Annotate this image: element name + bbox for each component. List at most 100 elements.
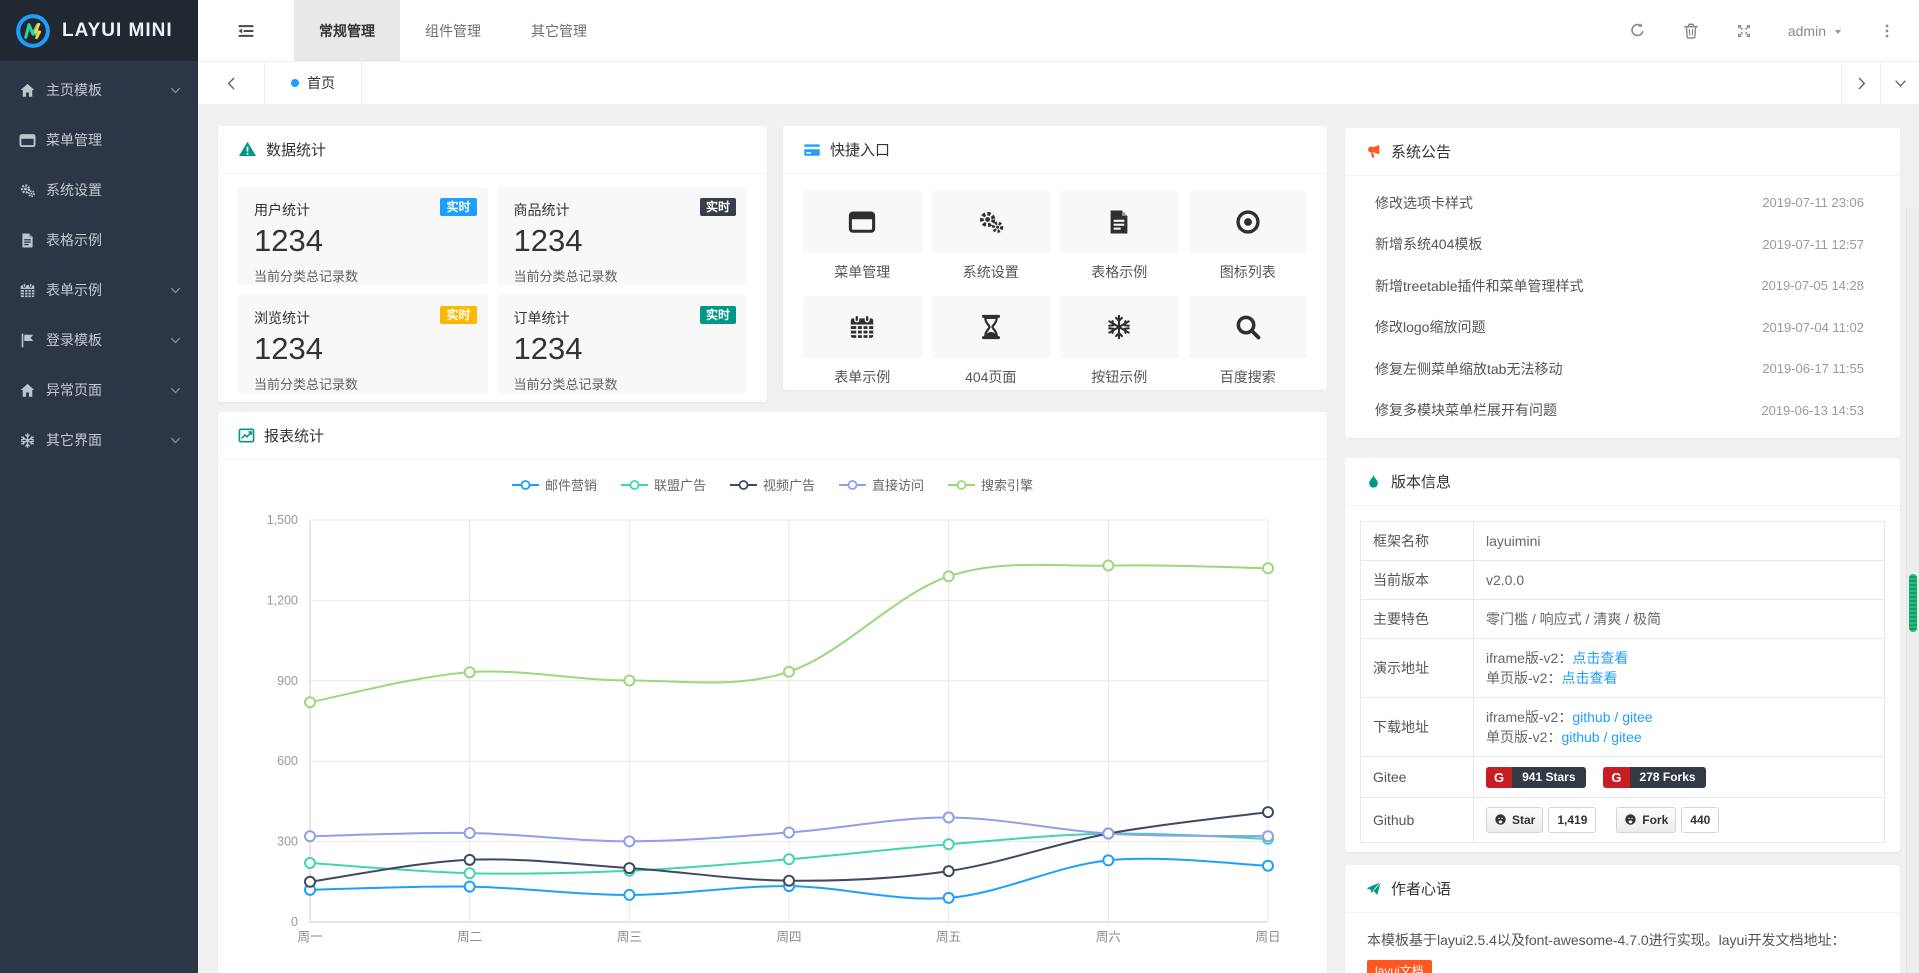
notice-item-date: 2019-07-11 12:57	[1762, 237, 1864, 252]
more-menu-button[interactable]	[1879, 22, 1895, 39]
legend-swatch-icon	[621, 479, 648, 491]
version-link-line: iframe版-v2：点击查看	[1486, 648, 1872, 668]
version-link[interactable]: gitee	[1622, 709, 1652, 725]
scrollbar-thumb[interactable]	[1909, 574, 1917, 632]
scrollbar-track[interactable]	[1906, 208, 1919, 973]
version-link[interactable]: github	[1561, 729, 1599, 745]
user-dropdown[interactable]: admin	[1788, 23, 1843, 39]
notice-item[interactable]: 修复多模块菜单栏展开有问题 2019-06-13 14:53	[1345, 390, 1900, 432]
sidebar-collapse-button[interactable]	[198, 0, 294, 61]
chart-line-icon	[238, 427, 255, 445]
hourglass-icon	[977, 313, 1005, 341]
quick-entry-label: 图标列表	[1189, 262, 1308, 282]
github-star-button[interactable]: Star1,419	[1486, 807, 1596, 833]
gitee-stars-badge[interactable]: G941 Stars	[1486, 767, 1586, 788]
quick-entry-tile	[932, 296, 1051, 358]
gitee-forks-badge[interactable]: G278 Forks	[1603, 767, 1705, 788]
notice-item[interactable]: 新增treetable插件和菜单管理样式 2019-07-05 14:28	[1345, 265, 1900, 307]
version-row-label: 下载地址	[1361, 698, 1474, 757]
sidebar-item[interactable]: 系统设置	[0, 165, 198, 215]
sidebar-item[interactable]: 异常页面	[0, 365, 198, 415]
tab-operations-button[interactable]	[1880, 62, 1919, 104]
window-icon	[19, 132, 36, 149]
sidebar-item[interactable]: 登录模板	[0, 315, 198, 365]
legend-swatch-icon	[512, 479, 539, 491]
card-icon	[803, 140, 821, 158]
notice-item-date: 2019-06-13 14:53	[1761, 403, 1864, 418]
github-fork-count: 440	[1681, 807, 1719, 833]
version-link[interactable]: 点击查看	[1561, 670, 1617, 686]
legend-item[interactable]: 搜索引擎	[948, 475, 1033, 494]
layui-doc-badge[interactable]: layui文档	[1367, 960, 1432, 973]
refresh-button[interactable]	[1629, 22, 1646, 40]
sidebar-item[interactable]: 其它界面	[0, 415, 198, 465]
svg-text:周一: 周一	[297, 930, 322, 944]
page-tabbar: 首页	[198, 62, 1919, 104]
quick-entry-tile	[1189, 296, 1308, 358]
sidebar-item[interactable]: 菜单管理	[0, 115, 198, 165]
logo[interactable]: LAYUI MINI	[0, 0, 198, 61]
chevron-left-icon	[224, 76, 239, 91]
notice-item-title: 修复左侧菜单缩放tab无法移动	[1375, 359, 1562, 379]
quick-entry[interactable]: 按钮示例	[1060, 296, 1179, 387]
header-tab[interactable]: 常规管理	[294, 0, 400, 61]
snowflake-icon	[19, 432, 36, 449]
notice-item[interactable]: 修复左侧菜单缩放tab无法移动 2019-06-17 11:55	[1345, 348, 1900, 390]
notice-item-title: 修改logo缩放问题	[1375, 317, 1485, 337]
version-link[interactable]: gitee	[1611, 729, 1641, 745]
stat-card-label: 订单统计	[514, 308, 732, 328]
gitee-forks-count: 278 Forks	[1630, 767, 1706, 788]
fullscreen-button[interactable]	[1736, 22, 1752, 39]
quick-entry[interactable]: 菜单管理	[803, 191, 922, 282]
quick-entry[interactable]: 404页面	[932, 296, 1051, 387]
author-body: 本模板基于layui2.5.4以及font-awesome-4.7.0进行实现。…	[1345, 913, 1900, 973]
quick-entry[interactable]: 表格示例	[1060, 191, 1179, 282]
gitee-icon: G	[1603, 767, 1629, 788]
notice-list: 修改选项卡样式 2019-07-11 23:06 新增系统404模板 2019-…	[1345, 176, 1900, 431]
stat-card-label: 浏览统计	[254, 308, 472, 328]
notice-item[interactable]: 修改选项卡样式 2019-07-11 23:06	[1345, 182, 1900, 224]
sidebar-item[interactable]: 表单示例	[0, 265, 198, 315]
notice-item[interactable]: 修改logo缩放问题 2019-07-04 11:02	[1345, 307, 1900, 349]
version-link[interactable]: 点击查看	[1572, 650, 1628, 666]
panel-title: 版本信息	[1391, 471, 1451, 492]
dots-vertical-icon	[1879, 23, 1895, 39]
svg-text:1,200: 1,200	[267, 593, 298, 607]
legend-item[interactable]: 视频广告	[730, 475, 815, 494]
quick-entry[interactable]: 系统设置	[932, 191, 1051, 282]
chevron-down-icon	[169, 434, 182, 447]
file-icon	[19, 232, 36, 249]
stat-card-desc: 当前分类总记录数	[254, 266, 472, 285]
legend-item[interactable]: 邮件营销	[512, 475, 597, 494]
quick-entry[interactable]: 表单示例	[803, 296, 922, 387]
active-tab-dot-icon	[291, 79, 299, 87]
github-fork-button[interactable]: Fork 440	[1616, 807, 1719, 833]
header-tab[interactable]: 组件管理	[400, 0, 506, 61]
sidebar-item[interactable]: 表格示例	[0, 215, 198, 265]
tab-scroll-left-button[interactable]	[198, 62, 265, 104]
legend-item[interactable]: 联盟广告	[621, 475, 706, 494]
header-tab[interactable]: 其它管理	[506, 0, 612, 61]
main-area: 常规管理组件管理其它管理 admin	[198, 0, 1919, 973]
quick-entry[interactable]: 百度搜索	[1189, 296, 1308, 387]
refresh-icon	[1629, 22, 1646, 39]
legend-item[interactable]: 直接访问	[839, 475, 924, 494]
chevron-down-icon	[169, 84, 182, 97]
stat-card: 商品统计 1234 当前分类总记录数 实时	[498, 187, 748, 285]
tab-home[interactable]: 首页	[265, 62, 362, 104]
notice-item[interactable]: 新增系统404模板 2019-07-11 12:57	[1345, 224, 1900, 266]
svg-text:300: 300	[277, 835, 298, 849]
quick-entry[interactable]: 图标列表	[1189, 191, 1308, 282]
sidebar-item[interactable]: 主页模板	[0, 65, 198, 115]
svg-text:周日: 周日	[1255, 930, 1280, 944]
version-table-row: 演示地址 iframe版-v2：点击查看单页版-v2：点击查看	[1361, 639, 1885, 698]
stat-card-desc: 当前分类总记录数	[514, 374, 732, 393]
user-name: admin	[1788, 23, 1826, 39]
author-line1: 本模板基于layui2.5.4以及font-awesome-4.7.0进行实现。…	[1367, 925, 1878, 955]
github-star-count: 1,419	[1548, 807, 1596, 833]
github-fork-label: Fork	[1642, 810, 1668, 830]
version-link[interactable]: github	[1572, 709, 1610, 725]
clear-cache-button[interactable]	[1682, 21, 1700, 39]
chevron-down-icon	[1893, 76, 1908, 91]
tab-scroll-right-button[interactable]	[1841, 62, 1880, 104]
